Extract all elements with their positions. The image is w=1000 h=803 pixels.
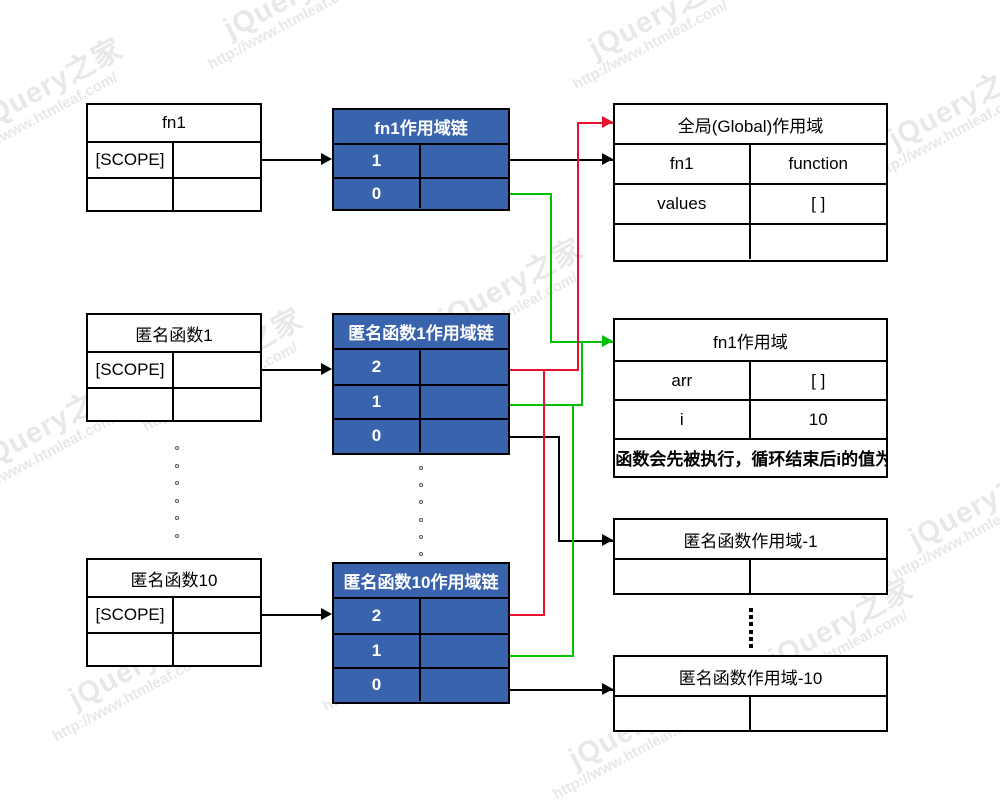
watermark-brand: jQuery之家 bbox=[883, 52, 1000, 156]
arrowhead-anon1-2-to-global bbox=[602, 116, 613, 128]
fn1-scope-label: [SCOPE] bbox=[88, 143, 174, 177]
scope-global-value-0: function bbox=[788, 154, 849, 173]
anon10-empty-left bbox=[88, 634, 174, 667]
scope-chain-fn1-title: fn1作用域链 bbox=[334, 110, 508, 143]
scope-chain-anon10-ref-1 bbox=[421, 635, 508, 667]
scope-chain-fn1-ref-1 bbox=[421, 145, 508, 177]
connector-anon1-2-v bbox=[577, 122, 579, 371]
anon10-title: 匿名函数10 bbox=[130, 570, 218, 590]
scope-chain-anon1: 匿名函数1作用域链 2 1 0 bbox=[332, 313, 510, 455]
fn1-scope-value bbox=[174, 143, 260, 177]
watermark-brand: jQuery之家 bbox=[215, 0, 374, 47]
scope-global-value-2 bbox=[751, 225, 887, 259]
scope-chain-anon10-ref-0 bbox=[421, 669, 508, 701]
anon1-scope-label: [SCOPE] bbox=[88, 353, 174, 387]
anon10-empty-right bbox=[174, 634, 260, 667]
connector-fn1chain-0-v bbox=[550, 193, 552, 343]
scope-global-value-1: [ ] bbox=[811, 194, 826, 213]
scope-global-key-1: values bbox=[615, 185, 751, 223]
scope-chain-fn1-index-0: 0 bbox=[334, 179, 421, 208]
scope-chain-fn1-index-1: 1 bbox=[334, 145, 421, 177]
connector-anon10-2-h2 bbox=[543, 369, 579, 371]
anon10-scope-value bbox=[174, 598, 260, 632]
scope-chain-anon10: 匿名函数10作用域链 2 1 0 bbox=[332, 562, 510, 704]
scope-fn1-key-1: i bbox=[615, 401, 751, 438]
watermark-url: http://www.htmleaf.com/ bbox=[870, 86, 1000, 184]
ellipsis-middle-column bbox=[416, 466, 426, 556]
scope-chain-anon1-title: 匿名函数1作用域链 bbox=[334, 315, 508, 348]
arrowhead-fn1chain-0-to-fn1scope bbox=[602, 335, 613, 347]
diagram-canvas: jQuery之家 http://www.htmleaf.com/ jQuery之… bbox=[0, 0, 1000, 803]
watermark-url: http://www.htmleaf.com/ bbox=[205, 0, 366, 74]
scope-chain-anon10-index-2: 2 bbox=[334, 599, 421, 633]
anon1-title: 匿名函数1 bbox=[135, 325, 213, 345]
ellipsis-right-column bbox=[748, 608, 754, 648]
scope-anon-1-value-0 bbox=[751, 560, 887, 594]
scope-chain-anon1-ref-2 bbox=[421, 350, 508, 384]
function-object-anon1: 匿名函数1 [SCOPE] bbox=[86, 313, 262, 422]
anon10-scope-label: [SCOPE] bbox=[88, 598, 174, 632]
watermark-url: http://www.htmleaf.com/ bbox=[570, 0, 731, 94]
scope-anon-1-title: 匿名函数作用域-1 bbox=[683, 531, 818, 551]
scope-anon-1: 匿名函数作用域-1 bbox=[613, 518, 888, 595]
scope-chain-anon1-ref-1 bbox=[421, 386, 508, 418]
scope-fn1-key-0: arr bbox=[615, 362, 751, 399]
scope-global: 全局(Global)作用域 fn1 function values [ ] bbox=[613, 103, 888, 262]
fn1-empty-left bbox=[88, 179, 174, 212]
arrowhead-fn1-to-chain bbox=[321, 153, 332, 165]
anon1-empty-left bbox=[88, 389, 174, 422]
anon1-empty-right bbox=[174, 389, 260, 422]
ellipsis-left-column bbox=[172, 446, 182, 538]
watermark-url: http://www.htmleaf.com/ bbox=[890, 486, 1000, 584]
scope-chain-fn1: fn1作用域链 1 0 bbox=[332, 108, 510, 211]
scope-chain-anon10-index-1: 1 bbox=[334, 635, 421, 667]
arrowhead-anon10-0-to-anonscope10 bbox=[602, 683, 613, 695]
watermark-url: http://www.htmleaf.com/ bbox=[0, 408, 121, 506]
scope-fn1-note: (fn1函数会先被执行，循环结束后i的值为10) bbox=[615, 450, 886, 469]
scope-chain-anon10-ref-2 bbox=[421, 599, 508, 633]
watermark-brand: jQuery之家 bbox=[903, 452, 1000, 556]
scope-anon-10-key-0 bbox=[615, 697, 751, 731]
connector-anon10-1-v bbox=[572, 404, 574, 657]
scope-chain-anon10-index-0: 0 bbox=[334, 669, 421, 701]
function-object-fn1: fn1 [SCOPE] bbox=[86, 103, 262, 212]
watermark-brand: jQuery之家 bbox=[583, 0, 739, 66]
scope-anon-1-key-0 bbox=[615, 560, 751, 594]
scope-fn1-value-1: 10 bbox=[808, 409, 828, 429]
arrowhead-anon1-to-chain bbox=[321, 363, 332, 375]
connector-anon10-1-h2 bbox=[572, 404, 583, 406]
connector-anon1-0-v bbox=[558, 436, 560, 542]
fn1-title: fn1 bbox=[162, 113, 186, 132]
scope-chain-fn1-ref-0 bbox=[421, 179, 508, 208]
scope-chain-anon1-index-2: 2 bbox=[334, 350, 421, 384]
scope-global-key-2 bbox=[615, 225, 751, 259]
arrowhead-anon1-0-to-anonscope1 bbox=[602, 534, 613, 546]
fn1-empty-right bbox=[174, 179, 260, 212]
scope-anon-10: 匿名函数作用域-10 bbox=[613, 655, 888, 732]
scope-chain-anon1-index-0: 0 bbox=[334, 420, 421, 452]
scope-anon-10-title: 匿名函数作用域-10 bbox=[678, 668, 823, 688]
scope-fn1-value-0: [ ] bbox=[811, 370, 826, 390]
scope-global-key-0: fn1 bbox=[615, 145, 751, 183]
connector-anon1-1-v bbox=[581, 341, 583, 405]
arrowhead-anon10-to-chain bbox=[321, 608, 332, 620]
scope-anon-10-value-0 bbox=[751, 697, 887, 731]
connector-anon10-2-v bbox=[543, 369, 545, 616]
scope-fn1: fn1作用域 arr [ ] i 10 (fn1函数会先被执行，循环结束后i的值… bbox=[613, 318, 888, 478]
scope-chain-anon10-title: 匿名函数10作用域链 bbox=[334, 564, 508, 597]
scope-chain-anon1-ref-0 bbox=[421, 420, 508, 452]
scope-chain-anon1-index-1: 1 bbox=[334, 386, 421, 418]
anon1-scope-value bbox=[174, 353, 260, 387]
function-object-anon10: 匿名函数10 [SCOPE] bbox=[86, 558, 262, 667]
scope-fn1-title: fn1作用域 bbox=[713, 332, 788, 352]
arrowhead-fn1chain-1-to-global bbox=[602, 153, 613, 165]
scope-global-title: 全局(Global)作用域 bbox=[677, 116, 824, 136]
